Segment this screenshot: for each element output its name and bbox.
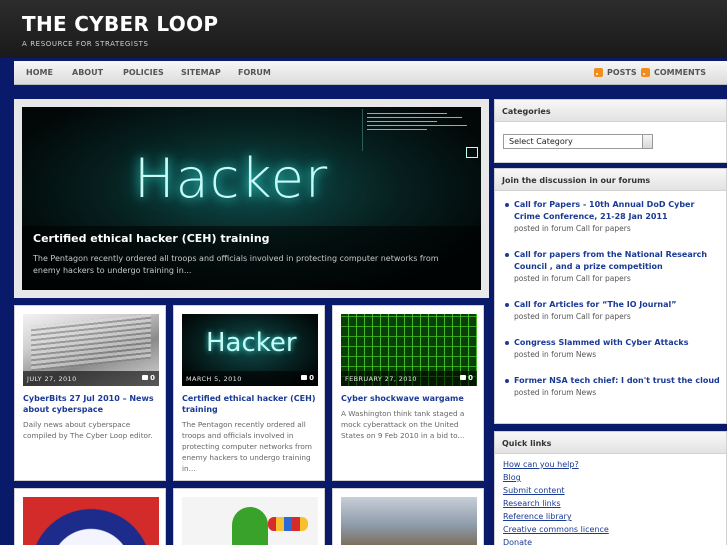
posts-feed-link[interactable]: POSTS <box>594 68 637 77</box>
comment-bubble-icon <box>460 375 467 380</box>
quick-link-item: How can you help? <box>503 458 609 471</box>
quick-link-blog[interactable]: Blog <box>503 471 609 484</box>
widget-title: Join the discussion in our forums <box>495 169 726 191</box>
featured-caption: Certified ethical hacker (CEH) training … <box>22 226 481 290</box>
quick-link-item: Reference library <box>503 510 609 523</box>
thumbnail-meta-bar: JULY 27, 2010 0 <box>23 371 159 386</box>
nav-about[interactable]: ABOUT <box>72 68 103 77</box>
category-select[interactable]: Select Category <box>503 134 653 149</box>
post-thumbnail[interactable] <box>341 497 477 545</box>
comment-count-value: 0 <box>309 374 314 382</box>
post-title[interactable]: Cyber shockwave wargame <box>341 393 475 404</box>
window-icon <box>466 147 478 158</box>
post-card: FEBRUARY 27, 2010 0 Cyber shockwave warg… <box>332 305 484 481</box>
code-overlay-decoration <box>362 109 480 151</box>
thumbnail-meta-bar: MARCH 5, 2010 0 <box>182 371 318 386</box>
comment-count[interactable]: 0 <box>460 374 473 382</box>
post-thumbnail[interactable] <box>182 497 318 545</box>
quick-link-donate[interactable]: Donate <box>503 536 609 545</box>
forums-widget: Join the discussion in our forums Call f… <box>494 168 727 424</box>
site-title[interactable]: THE CYBER LOOP <box>22 12 218 36</box>
forum-topic-meta: posted in forum Call for papers <box>514 224 631 233</box>
thumbnail-image-text: Hacker <box>206 328 297 358</box>
quick-links-list: How can you help? Blog Submit content Re… <box>503 458 609 545</box>
quick-link-submit[interactable]: Submit content <box>503 484 609 497</box>
widget-title: Categories <box>495 100 726 122</box>
forum-topic-meta: posted in forum News <box>514 388 597 397</box>
post-card <box>14 488 166 545</box>
categories-widget: Categories Select Category <box>494 99 727 163</box>
post-excerpt: A Washington think tank staged a mock cy… <box>341 409 465 440</box>
quick-link-library[interactable]: Reference library <box>503 510 609 523</box>
post-thumbnail[interactable] <box>23 497 159 545</box>
featured-excerpt: The Pentagon recently ordered all troops… <box>33 254 439 275</box>
forum-topic-link[interactable]: Call for Papers - 10th Annual DoD Cyber … <box>514 199 721 223</box>
nav-policies[interactable]: POLICIES <box>123 68 164 77</box>
rss-icon <box>641 68 650 77</box>
forum-topic-link[interactable]: Former NSA tech chief: I don't trust the… <box>514 375 721 387</box>
quick-link-item: Submit content <box>503 484 609 497</box>
post-excerpt: The Pentagon recently ordered all troops… <box>182 420 313 473</box>
post-thumbnail[interactable]: JULY 27, 2010 0 <box>23 314 159 386</box>
forum-topic-list: Call for Papers - 10th Annual DoD Cyber … <box>503 195 721 399</box>
post-date: FEBRUARY 27, 2010 <box>345 375 417 383</box>
post-title[interactable]: Certified ethical hacker (CEH) training <box>182 393 316 415</box>
site-tagline: A RESOURCE FOR STRATEGISTS <box>22 40 149 48</box>
site-header: THE CYBER LOOP A RESOURCE FOR STRATEGIST… <box>0 0 727 58</box>
featured-panel: Hacker Certified ethical hacker (CEH) tr… <box>14 99 489 298</box>
comment-count[interactable]: 0 <box>301 374 314 382</box>
quick-link-licence[interactable]: Creative commons licence <box>503 523 609 536</box>
featured-image-text: Hacker <box>134 147 329 210</box>
nav-forum[interactable]: FORUM <box>238 68 271 77</box>
post-card <box>173 488 325 545</box>
main-nav: HOME ABOUT POLICIES SITEMAP FORUM POSTS … <box>14 61 727 85</box>
comment-count-value: 0 <box>150 374 155 382</box>
forum-topic-link[interactable]: Call for Articles for “The IO Journal” <box>514 299 721 311</box>
comments-feed-label: COMMENTS <box>654 68 706 77</box>
post-excerpt: Daily news about cyberspace compiled by … <box>23 420 153 440</box>
featured-title[interactable]: Certified ethical hacker (CEH) training <box>33 232 470 245</box>
forum-topic: Former NSA tech chief: I don't trust the… <box>503 375 721 399</box>
widget-title: Quick links <box>495 432 726 454</box>
forum-topic-meta: posted in forum News <box>514 350 597 359</box>
nav-home[interactable]: HOME <box>26 68 53 77</box>
post-title[interactable]: CyberBits 27 Jul 2010 – News about cyber… <box>23 393 157 415</box>
quick-link-help[interactable]: How can you help? <box>503 458 609 471</box>
quick-link-research[interactable]: Research links <box>503 497 609 510</box>
comment-bubble-icon <box>142 375 149 380</box>
forum-topic: Call for papers from the National Resear… <box>503 249 721 285</box>
post-card: Hacker MARCH 5, 2010 0 Certified ethical… <box>173 305 325 481</box>
post-thumbnail[interactable]: Hacker MARCH 5, 2010 0 <box>182 314 318 386</box>
post-card: JULY 27, 2010 0 CyberBits 27 Jul 2010 – … <box>14 305 166 481</box>
quick-link-item: Donate <box>503 536 609 545</box>
nav-sitemap[interactable]: SITEMAP <box>181 68 221 77</box>
quick-link-item: Blog <box>503 471 609 484</box>
category-select-value: Select Category <box>509 137 573 146</box>
post-date: JULY 27, 2010 <box>27 375 77 383</box>
comments-feed-link[interactable]: COMMENTS <box>641 68 706 77</box>
forum-topic-link[interactable]: Call for papers from the National Resear… <box>514 249 721 273</box>
post-card <box>332 488 484 545</box>
forum-topic: Congress Slammed with Cyber Attacks post… <box>503 337 721 361</box>
dropdown-arrow-icon[interactable] <box>642 135 652 148</box>
quick-link-item: Research links <box>503 497 609 510</box>
posts-feed-label: POSTS <box>607 68 637 77</box>
post-thumbnail[interactable]: FEBRUARY 27, 2010 0 <box>341 314 477 386</box>
quick-links-widget: Quick links How can you help? Blog Submi… <box>494 431 727 545</box>
forum-topic: Call for Papers - 10th Annual DoD Cyber … <box>503 199 721 235</box>
forum-topic: Call for Articles for “The IO Journal” p… <box>503 299 721 323</box>
forum-topic-meta: posted in forum Call for papers <box>514 312 631 321</box>
post-date: MARCH 5, 2010 <box>186 375 242 383</box>
comment-count-value: 0 <box>468 374 473 382</box>
quick-link-item: Creative commons licence <box>503 523 609 536</box>
thumbnail-meta-bar: FEBRUARY 27, 2010 0 <box>341 371 477 386</box>
rss-icon <box>594 68 603 77</box>
featured-slide[interactable]: Hacker Certified ethical hacker (CEH) tr… <box>22 107 481 290</box>
comment-bubble-icon <box>301 375 308 380</box>
forum-topic-meta: posted in forum Call for papers <box>514 274 631 283</box>
comment-count[interactable]: 0 <box>142 374 155 382</box>
forum-topic-link[interactable]: Congress Slammed with Cyber Attacks <box>514 337 721 349</box>
